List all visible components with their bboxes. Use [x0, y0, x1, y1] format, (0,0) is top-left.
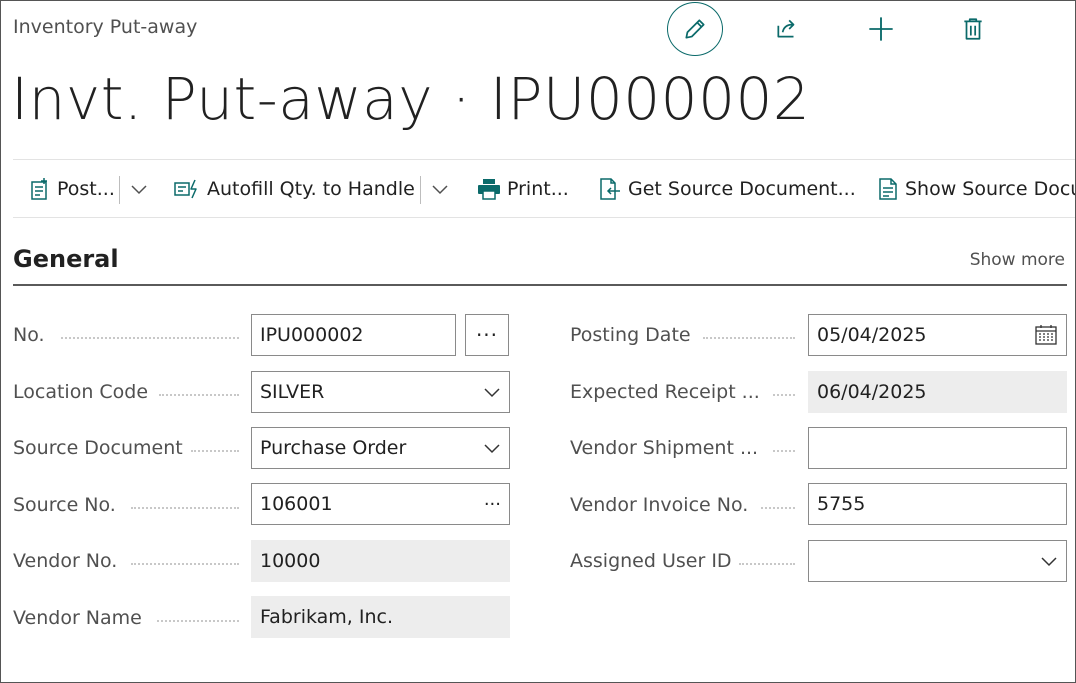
- posting-date-label: Posting Date: [570, 324, 691, 346]
- autofill-label: Autofill Qty. to Handle: [207, 178, 415, 200]
- date-picker-button[interactable]: [1034, 315, 1058, 355]
- vendor-no-value: 10000: [260, 550, 321, 572]
- vendor-shipment-field[interactable]: [808, 427, 1067, 469]
- posting-date-field[interactable]: 05/04/2025: [808, 314, 1067, 356]
- trash-icon: [964, 18, 982, 40]
- plus-icon: [869, 17, 893, 41]
- source-document-value: Purchase Order: [260, 437, 407, 459]
- leader-dots: [773, 450, 795, 452]
- inventory-putaway-card: Inventory Put-away Invt. Put-away · IPU0…: [0, 0, 1076, 683]
- autofill-icon: [174, 179, 197, 199]
- chevron-down-icon: [484, 388, 500, 398]
- vendor-no-field: 10000: [251, 540, 510, 582]
- leader-dots: [773, 394, 795, 396]
- print-button[interactable]: Print...: [477, 160, 569, 217]
- page-title: Invt. Put-away · IPU000002: [11, 65, 811, 133]
- source-document-dropdown[interactable]: Purchase Order: [251, 427, 510, 469]
- vendor-invoice-no-label: Vendor Invoice No.: [570, 494, 749, 516]
- no-label: No.: [13, 324, 45, 346]
- chevron-down-icon: [432, 185, 448, 195]
- leader-dots: [157, 620, 239, 622]
- pencil-icon: [685, 19, 705, 39]
- print-label: Print...: [507, 178, 569, 200]
- action-bar: Post... Autofill Qty. to Handle Print...…: [13, 159, 1075, 218]
- source-no-label: Source No.: [13, 494, 116, 516]
- expected-receipt-value: 06/04/2025: [817, 381, 927, 403]
- source-no-assist-button[interactable]: ···: [484, 484, 501, 524]
- source-no-field[interactable]: 106001 ···: [251, 483, 510, 525]
- post-label: Post...: [57, 178, 115, 200]
- top-actions: [667, 1, 1007, 57]
- show-source-document-button[interactable]: Show Source Document: [877, 160, 1075, 217]
- location-code-dropdown[interactable]: SILVER: [251, 371, 510, 413]
- autofill-button[interactable]: Autofill Qty. to Handle: [173, 160, 415, 217]
- leader-dots: [131, 507, 239, 509]
- location-code-label: Location Code: [13, 381, 149, 403]
- no-value: IPU000002: [260, 324, 364, 346]
- more-icon: ···: [483, 493, 501, 515]
- get-document-icon: [600, 178, 620, 200]
- section-title: General: [13, 245, 119, 273]
- show-more-link[interactable]: Show more: [970, 250, 1065, 270]
- vendor-name-value: Fabrikam, Inc.: [260, 606, 394, 628]
- autofill-more-button[interactable]: [428, 160, 452, 217]
- more-icon: ···: [475, 323, 499, 347]
- section-divider: [13, 284, 1067, 286]
- edit-button[interactable]: [667, 2, 723, 56]
- leader-dots: [761, 507, 795, 509]
- vendor-name-field: Fabrikam, Inc.: [251, 596, 510, 638]
- assigned-user-id-label: Assigned User ID: [570, 550, 732, 572]
- delete-button[interactable]: [945, 1, 1001, 57]
- expected-receipt-label: Expected Receipt ...: [570, 381, 760, 403]
- source-no-value: 106001: [260, 493, 333, 515]
- breadcrumb: Inventory Put-away: [13, 16, 198, 38]
- calendar-icon: [1035, 325, 1057, 345]
- vendor-invoice-no-field[interactable]: 5755: [808, 483, 1067, 525]
- leader-dots: [703, 337, 795, 339]
- vendor-name-label: Vendor Name: [13, 607, 142, 629]
- leader-dots: [61, 337, 239, 339]
- leader-dots: [739, 563, 795, 565]
- document-icon: [879, 178, 897, 200]
- leader-dots: [191, 450, 239, 452]
- get-source-label: Get Source Document...: [628, 178, 856, 200]
- share-button[interactable]: [759, 1, 815, 57]
- vendor-invoice-no-value: 5755: [817, 493, 866, 515]
- assigned-user-id-dropdown[interactable]: [808, 540, 1067, 582]
- separator: [420, 176, 421, 204]
- no-field[interactable]: IPU000002: [251, 314, 456, 356]
- leader-dots: [131, 563, 239, 565]
- posting-date-value: 05/04/2025: [817, 324, 927, 346]
- source-document-label: Source Document: [13, 437, 183, 459]
- chevron-down-icon: [131, 185, 147, 195]
- post-more-button[interactable]: [127, 160, 151, 217]
- no-assist-button[interactable]: ···: [465, 314, 509, 356]
- post-button[interactable]: Post...: [29, 160, 115, 217]
- location-code-value: SILVER: [260, 381, 325, 403]
- chevron-down-icon: [1041, 557, 1057, 567]
- separator: [119, 176, 120, 204]
- show-source-label: Show Source Document: [905, 178, 1075, 200]
- chevron-down-icon: [484, 444, 500, 454]
- share-icon: [777, 19, 795, 38]
- post-document-icon: [31, 178, 47, 200]
- vendor-no-label: Vendor No.: [13, 550, 118, 572]
- add-button[interactable]: [853, 1, 909, 57]
- leader-dots: [159, 394, 239, 396]
- vendor-shipment-label: Vendor Shipment ...: [570, 437, 759, 459]
- expected-receipt-field: 06/04/2025: [808, 371, 1067, 413]
- printer-icon: [478, 179, 500, 200]
- get-source-document-button[interactable]: Get Source Document...: [598, 160, 856, 217]
